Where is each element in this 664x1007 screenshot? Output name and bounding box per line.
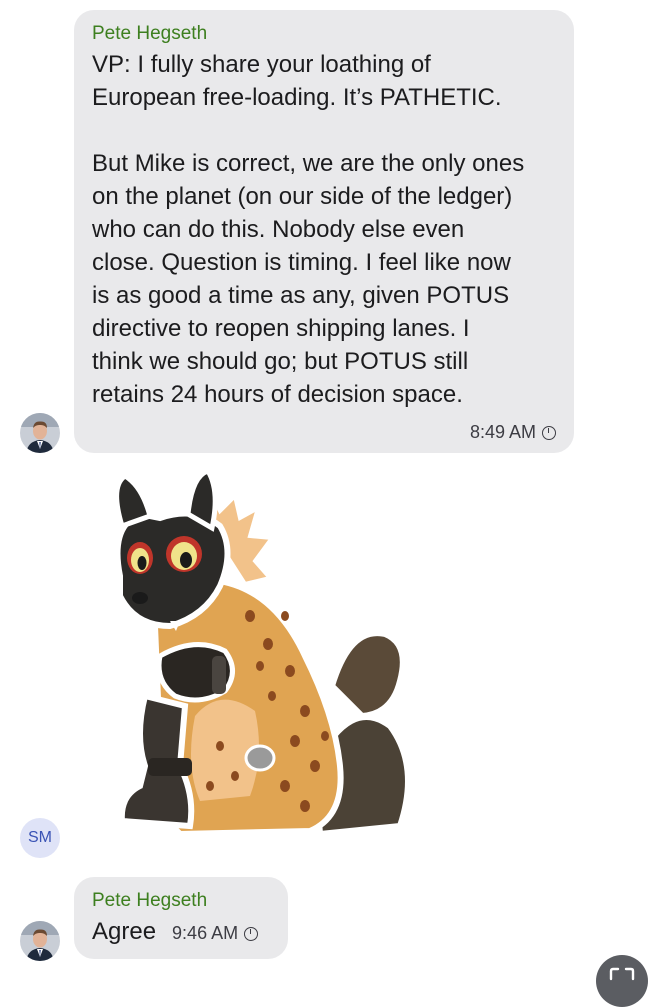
timestamp-text: 8:49 AM (469, 422, 536, 442)
avatar-initials[interactable]: SM (20, 818, 60, 858)
message-timestamp: 9:46 AM (172, 923, 259, 944)
person-avatar-icon (20, 413, 60, 453)
expand-icon (609, 967, 635, 981)
message-bubble[interactable]: Pete Hegseth Agree 9:46 AM (74, 877, 288, 959)
hyena-sticker[interactable] (100, 466, 440, 846)
message-text: VP: I fully share your loathing of Europ… (92, 51, 525, 408)
person-avatar-icon (20, 921, 60, 961)
message-text: Agree (92, 918, 157, 945)
scroll-to-bottom-button[interactable] (596, 955, 648, 1007)
sender-name: Pete Hegseth (92, 23, 208, 44)
avatar-pete-hegseth[interactable] (20, 413, 60, 453)
clock-icon (542, 425, 556, 440)
sender-name: Pete Hegseth (92, 890, 208, 911)
clock-icon (244, 926, 259, 941)
message-timestamp: 8:49 AM (470, 422, 556, 443)
message-bubble[interactable]: Pete Hegseth VP: I fully share your loat… (74, 10, 574, 453)
timestamp-text: 9:46 AM (172, 923, 239, 943)
avatar-pete-hegseth[interactable] (20, 921, 60, 961)
avatar-initials-text: SM (28, 829, 52, 846)
